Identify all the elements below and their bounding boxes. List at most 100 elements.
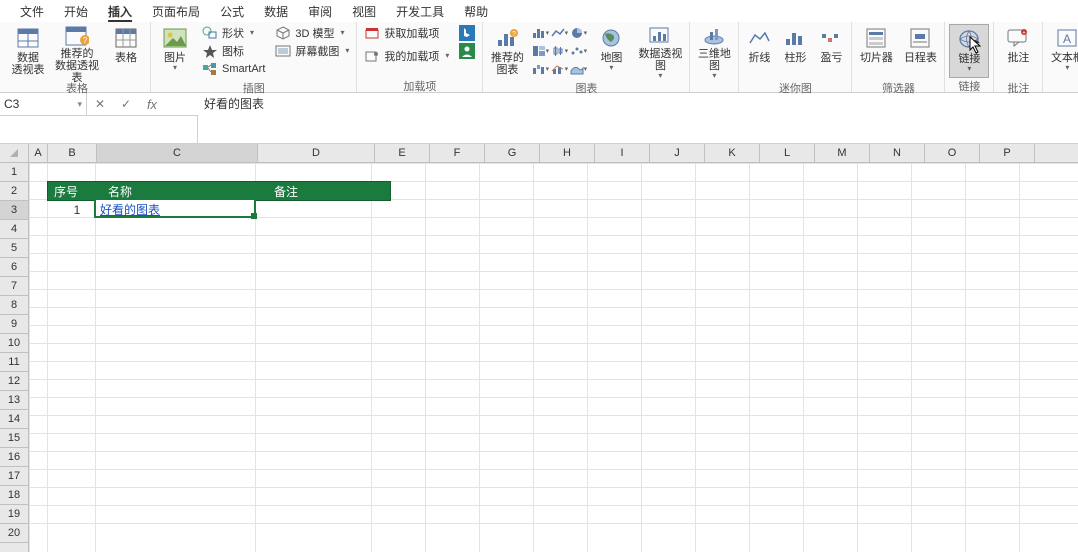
row-header[interactable]: 4 (0, 220, 28, 239)
row-header[interactable]: 15 (0, 429, 28, 448)
chart-surface-button[interactable]: ▾ (569, 60, 587, 77)
table-button[interactable]: 表格 (106, 24, 146, 80)
pivot-table-button[interactable]: 数据 透视表 (8, 24, 48, 80)
row-header[interactable]: 1 (0, 163, 28, 182)
column-header[interactable]: N (870, 144, 925, 162)
tab-data[interactable]: 数据 (254, 0, 298, 23)
row-header[interactable]: 13 (0, 391, 28, 410)
column-header[interactable]: K (705, 144, 760, 162)
model3d-button[interactable]: 3D 模型 ▾ (272, 24, 352, 41)
group-text: A 文本框 ▾ 页眉和页脚 文本 (1043, 22, 1078, 92)
row-header[interactable]: 14 (0, 410, 28, 429)
people-addin-button[interactable] (456, 42, 478, 59)
recommended-pivot-label: 推荐的 数据透视表 (52, 48, 102, 84)
my-addins-label: 我的加载项 (384, 48, 439, 64)
timeline-button[interactable]: 日程表 (900, 24, 940, 80)
row-header[interactable]: 3 (0, 201, 28, 220)
recommended-charts-button[interactable]: ? 推荐的 图表 (487, 24, 527, 80)
tab-dev[interactable]: 开发工具 (386, 0, 454, 23)
row-header[interactable]: 20 (0, 524, 28, 543)
group-filters: 切片器 日程表 筛选器 (852, 22, 945, 92)
pivot-table-icon (16, 26, 40, 50)
row-header[interactable]: 19 (0, 505, 28, 524)
tab-home[interactable]: 开始 (54, 0, 98, 23)
column-header[interactable]: I (595, 144, 650, 162)
recommended-charts-icon: ? (495, 26, 519, 50)
tab-help[interactable]: 帮助 (454, 0, 498, 23)
sparkline-line-button[interactable]: 折线 (743, 24, 775, 80)
chart-column-button[interactable]: ▾ (531, 24, 549, 41)
table-icon (114, 26, 138, 50)
store-icon (364, 25, 380, 41)
row-header[interactable]: 8 (0, 296, 28, 315)
icons-button[interactable]: 图标 (199, 42, 268, 59)
column-header[interactable]: B (48, 144, 97, 162)
column-header[interactable]: J (650, 144, 705, 162)
row-header[interactable]: 17 (0, 467, 28, 486)
active-cell[interactable]: 好看的图表 (94, 198, 256, 218)
chart-combo-button[interactable]: ▾ (550, 60, 568, 77)
chart-hierarchy-button[interactable]: ▾ (531, 42, 549, 59)
tab-review[interactable]: 审阅 (298, 0, 342, 23)
maps-button[interactable]: 地图 ▾ (591, 24, 631, 80)
textbox-button[interactable]: A 文本框 ▾ (1047, 24, 1078, 80)
tab-insert[interactable]: 插入 (98, 0, 142, 23)
table-cell-seq[interactable]: 1 (47, 203, 101, 217)
column-header[interactable]: E (375, 144, 430, 162)
enter-formula-button[interactable]: ✓ (113, 93, 139, 115)
comment-button[interactable]: + 批注 (998, 24, 1038, 80)
recommended-pivot-button[interactable]: ? 推荐的 数据透视表 (52, 24, 102, 80)
row-header[interactable]: 2 (0, 182, 28, 201)
column-header[interactable]: G (485, 144, 540, 162)
get-addins-button[interactable]: 获取加载项 (361, 24, 452, 41)
sparkline-winloss-button[interactable]: 盈亏 (815, 24, 847, 80)
my-addins-button[interactable]: 我的加载项 ▾ (361, 47, 452, 64)
shapes-button[interactable]: 形状 ▾ (199, 24, 268, 41)
column-header[interactable]: M (815, 144, 870, 162)
pivot-chart-button[interactable]: 数据透视图 ▾ (635, 24, 685, 80)
cancel-formula-button[interactable]: ✕ (87, 93, 113, 115)
column-header[interactable]: O (925, 144, 980, 162)
link-button[interactable]: 链接 ▾ (949, 24, 989, 78)
chart-scatter-button[interactable]: ▾ (569, 42, 587, 59)
row-header[interactable]: 16 (0, 448, 28, 467)
insert-function-button[interactable]: fx (139, 93, 165, 115)
tab-view[interactable]: 视图 (342, 0, 386, 23)
chart-waterfall-button[interactable]: ▾ (531, 60, 549, 77)
chart-pie-button[interactable]: ▾ (569, 24, 587, 41)
formula-input[interactable]: 好看的图表 (198, 93, 1078, 143)
column-header[interactable]: C (97, 144, 258, 162)
picture-button[interactable]: 图片 ▾ (155, 24, 195, 80)
bing-addin-button[interactable] (456, 24, 478, 41)
row-header[interactable]: 11 (0, 353, 28, 372)
row-header[interactable]: 10 (0, 334, 28, 353)
map3d-button[interactable]: 三维地 图 ▾ (694, 24, 734, 80)
row-header[interactable]: 9 (0, 315, 28, 334)
column-header[interactable]: A (29, 144, 48, 162)
row-header[interactable]: 12 (0, 372, 28, 391)
chart-statistic-button[interactable]: ▾ (550, 42, 568, 59)
column-header[interactable]: L (760, 144, 815, 162)
tab-formulas[interactable]: 公式 (210, 0, 254, 23)
group-illustrations: 图片 ▾ 形状 ▾ 图标 SmartArt (151, 22, 357, 92)
select-all-corner[interactable] (0, 144, 29, 162)
sparkline-column-button[interactable]: 柱形 (779, 24, 811, 80)
slicer-button[interactable]: 切片器 (856, 24, 896, 80)
cells-area[interactable]: 序号 名称 备注 1 好看的图表 (29, 163, 1078, 552)
row-header[interactable]: 5 (0, 239, 28, 258)
column-header[interactable]: D (258, 144, 375, 162)
column-header[interactable]: P (980, 144, 1035, 162)
row-header[interactable]: 6 (0, 258, 28, 277)
row-header[interactable]: 18 (0, 486, 28, 505)
tab-file[interactable]: 文件 (10, 0, 54, 23)
group-sparklines-label: 迷你图 (779, 80, 812, 94)
tab-layout[interactable]: 页面布局 (142, 0, 210, 23)
smartart-button[interactable]: SmartArt (199, 60, 268, 77)
fill-handle[interactable] (251, 213, 257, 219)
chart-line-button[interactable]: ▾ (550, 24, 568, 41)
screenshot-button[interactable]: 屏幕截图 ▾ (272, 42, 352, 59)
name-box[interactable]: C3 ▾ (0, 97, 86, 111)
row-header[interactable]: 7 (0, 277, 28, 296)
column-header[interactable]: H (540, 144, 595, 162)
column-header[interactable]: F (430, 144, 485, 162)
